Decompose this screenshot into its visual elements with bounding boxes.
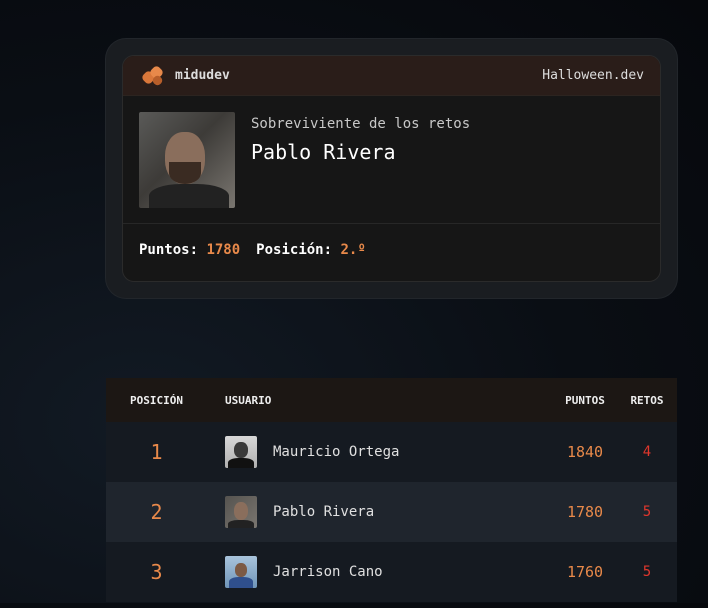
row-user-name: Jarrison Cano [273, 564, 383, 580]
event-name: Halloween.dev [542, 68, 644, 83]
row-rank: 2 [150, 500, 163, 524]
profile-card-frame: midudev Halloween.dev Sobreviviente de l… [106, 39, 677, 298]
row-challenges: 5 [642, 564, 652, 580]
card-body: Sobreviviente de los retos Pablo Rivera [123, 96, 660, 224]
table-row[interactable]: 3 Jarrison Cano 1760 5 [106, 542, 677, 602]
row-challenges: 4 [642, 444, 652, 460]
card-stats: Puntos: 1780 Posición: 2.º [123, 224, 660, 276]
points-label: Puntos: [139, 242, 199, 258]
row-points: 1760 [566, 563, 604, 581]
leaderboard-table: POSICIÓN USUARIO PUNTOS RETOS 1 Mauricio… [106, 378, 677, 608]
header-challenges: RETOS [630, 393, 664, 407]
midudev-logo-icon [140, 64, 167, 87]
table-row[interactable]: 2 Pablo Rivera 1780 5 [106, 482, 677, 542]
position-value: 2.º [340, 242, 366, 258]
row-points: 1840 [566, 443, 604, 461]
row-rank: 1 [150, 440, 163, 464]
row-rank: 3 [150, 560, 163, 584]
avatar [225, 556, 257, 588]
header-user: USUARIO [225, 393, 272, 407]
avatar [225, 496, 257, 528]
brand[interactable]: midudev [140, 64, 230, 87]
brand-name: midudev [175, 68, 230, 83]
row-user-name: Pablo Rivera [273, 504, 375, 520]
row-challenges: 5 [642, 504, 652, 520]
position-label: Posición: [256, 242, 333, 258]
header-points: PUNTOS [565, 393, 605, 407]
avatar [139, 112, 235, 208]
points-stat: Puntos: 1780 [139, 242, 240, 258]
profile-card: midudev Halloween.dev Sobreviviente de l… [122, 55, 661, 282]
points-value: 1780 [206, 242, 241, 258]
card-user-name: Pablo Rivera [251, 140, 396, 164]
card-subtitle: Sobreviviente de los retos [251, 116, 471, 132]
table-header: POSICIÓN USUARIO PUNTOS RETOS [106, 378, 677, 422]
card-header: midudev Halloween.dev [123, 56, 660, 96]
header-position: POSICIÓN [130, 393, 183, 407]
avatar [225, 436, 257, 468]
table-row[interactable]: 1 Mauricio Ortega 1840 4 [106, 422, 677, 482]
row-points: 1780 [566, 503, 604, 521]
row-user-name: Mauricio Ortega [273, 444, 400, 460]
position-stat: Posición: 2.º [256, 242, 366, 258]
